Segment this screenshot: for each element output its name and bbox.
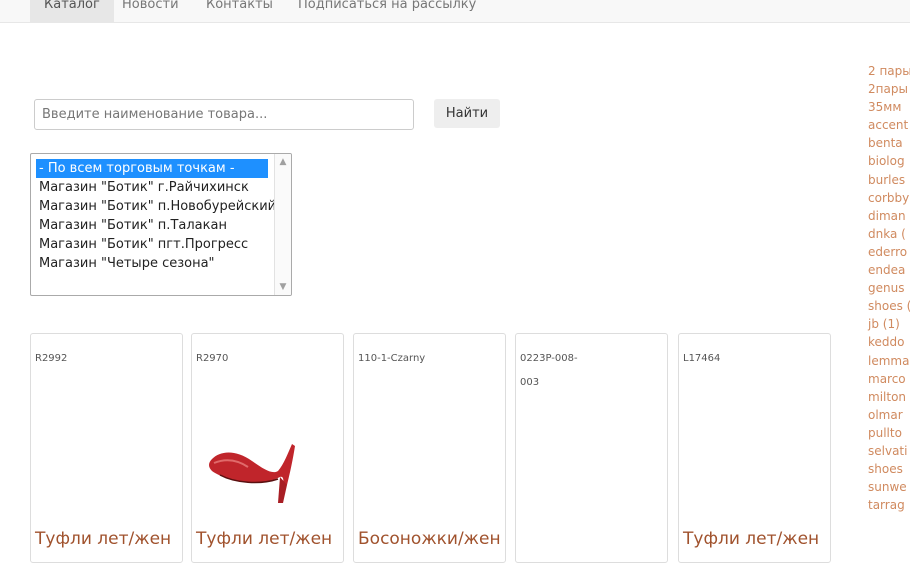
nav-catalog[interactable]: Каталог <box>30 0 114 22</box>
brand-link[interactable]: endea <box>868 261 910 279</box>
brand-link[interactable]: shoes ( <box>868 297 910 315</box>
product-code: R2992 <box>35 353 68 364</box>
store-option-four-seasons[interactable]: Магазин "Четыре сезона" <box>36 254 218 273</box>
product-title[interactable]: Туфли лет/жен <box>35 529 171 549</box>
brand-link[interactable]: ederro <box>868 243 910 261</box>
brand-link[interactable]: accent <box>868 116 910 134</box>
brand-link[interactable]: marco <box>868 370 910 388</box>
top-navbar: Каталог Новости Контакты Подписаться на … <box>0 0 910 23</box>
product-card[interactable]: R2992 Туфли лет/жен <box>30 333 183 563</box>
product-card[interactable]: L17464 Туфли лет/жен <box>678 333 831 563</box>
brand-link[interactable]: burles <box>868 171 910 189</box>
brand-link[interactable]: olmar <box>868 406 910 424</box>
scroll-up-icon[interactable]: ▲ <box>278 157 288 167</box>
brand-link[interactable]: biolog <box>868 152 910 170</box>
brand-link[interactable]: jb (1) <box>868 315 910 333</box>
brand-link[interactable]: tarrag <box>868 496 910 514</box>
product-code: 0223P-008-003 <box>520 353 578 388</box>
nav-subscribe[interactable]: Подписаться на рассылку <box>284 0 490 22</box>
brand-filter-list: 2 пары 2пары 35мм accent benta biolog bu… <box>868 62 910 514</box>
store-option-all[interactable]: - По всем торговым точкам - <box>36 159 268 178</box>
store-option-novobureysky[interactable]: Магазин "Ботик" п.Новобурейский <box>36 197 279 216</box>
brand-link[interactable]: benta <box>868 134 910 152</box>
product-title[interactable]: Босоножки/жен <box>358 529 501 549</box>
brand-link[interactable]: sunwe <box>868 478 910 496</box>
brand-link[interactable]: milton <box>868 388 910 406</box>
brand-link[interactable]: 2 пары <box>868 62 910 80</box>
brand-link[interactable]: pullto <box>868 424 910 442</box>
red-shoe-image[interactable] <box>200 389 300 509</box>
brand-link[interactable]: dnka ( <box>868 225 910 243</box>
product-card[interactable]: R2970 Туфли лет/жен <box>191 333 344 563</box>
brand-link[interactable]: keddo <box>868 333 910 351</box>
brand-link[interactable]: genus <box>868 279 910 297</box>
search-button[interactable]: Найти <box>434 99 500 128</box>
store-option-talakan[interactable]: Магазин "Ботик" п.Талакан <box>36 216 230 235</box>
product-code: R2970 <box>196 353 229 364</box>
nav-contacts[interactable]: Контакты <box>192 0 287 22</box>
product-card[interactable]: 0223P-008-003 <box>515 333 668 563</box>
product-card[interactable]: 110-1-Czarny Босоножки/жен <box>353 333 506 563</box>
brand-link[interactable]: corbby <box>868 189 910 207</box>
brand-link[interactable]: selvati <box>868 442 910 460</box>
product-code: 110-1-Czarny <box>358 353 426 364</box>
brand-link[interactable]: lemma <box>868 352 910 370</box>
search-input[interactable] <box>34 99 414 130</box>
store-select-list[interactable]: - По всем торговым точкам - Магазин "Бот… <box>30 153 292 296</box>
brand-link[interactable]: diman <box>868 207 910 225</box>
nav-news[interactable]: Новости <box>108 0 193 22</box>
product-title[interactable]: Туфли лет/жен <box>683 529 819 549</box>
store-option-progress[interactable]: Магазин "Ботик" пгт.Прогресс <box>36 235 251 254</box>
store-list-scrollbar[interactable]: ▲ ▼ <box>274 154 291 295</box>
brand-link[interactable]: shoes <box>868 460 910 478</box>
brand-link[interactable]: 35мм <box>868 98 910 116</box>
store-option-raichikhinsk[interactable]: Магазин "Ботик" г.Райчихинск <box>36 178 252 197</box>
scroll-down-icon[interactable]: ▼ <box>278 282 288 292</box>
brand-link[interactable]: 2пары <box>868 80 910 98</box>
product-title[interactable]: Туфли лет/жен <box>196 529 332 549</box>
product-code: L17464 <box>683 353 721 364</box>
